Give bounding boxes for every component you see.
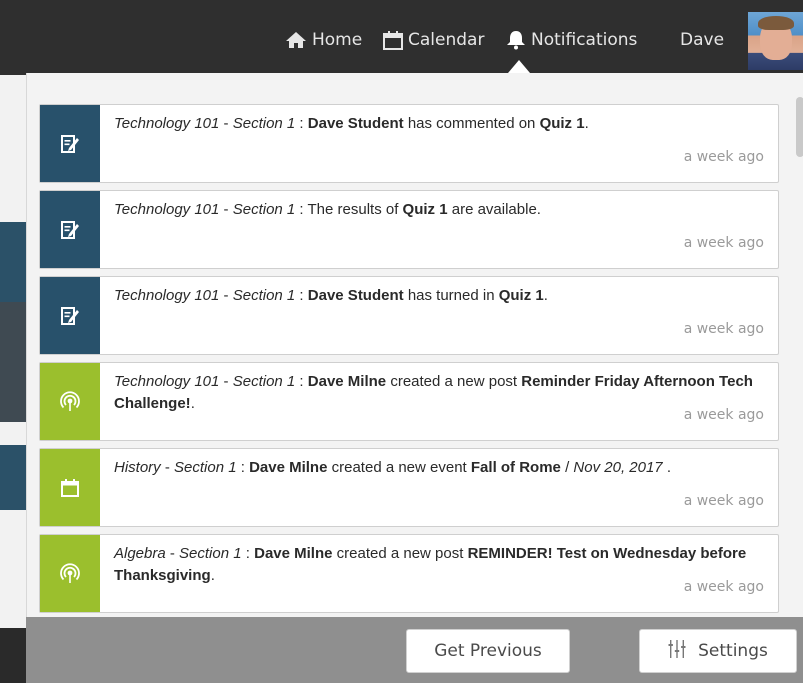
actor-name[interactable]: Dave Milne bbox=[308, 373, 386, 390]
section-name[interactable]: Section 1 bbox=[233, 115, 296, 132]
bell-icon bbox=[506, 30, 531, 50]
notification-item[interactable]: Technology 101 - Section 1 : Dave Milne … bbox=[39, 362, 779, 441]
section-name[interactable]: Section 1 bbox=[233, 287, 296, 304]
assignment-icon bbox=[40, 191, 100, 268]
timestamp: a week ago bbox=[683, 493, 764, 509]
timestamp: a week ago bbox=[683, 235, 764, 251]
course-name[interactable]: History bbox=[114, 459, 161, 476]
target-name[interactable]: Quiz 1 bbox=[540, 115, 585, 132]
course-name[interactable]: Technology 101 bbox=[114, 201, 219, 218]
notification-item[interactable]: Algebra - Section 1 : Dave Milne created… bbox=[39, 534, 779, 613]
punctuation: . bbox=[543, 287, 548, 304]
calendar-icon bbox=[383, 30, 408, 50]
top-navigation-bar: Home Calendar Notifications Dave bbox=[0, 0, 803, 75]
course-name[interactable]: Technology 101 bbox=[114, 373, 219, 390]
actor-name[interactable]: Dave Milne bbox=[249, 459, 327, 476]
notification-item[interactable]: Technology 101 - Section 1 : Dave Studen… bbox=[39, 276, 779, 355]
course-name[interactable]: Algebra bbox=[114, 545, 166, 562]
calendar-event-icon bbox=[40, 449, 100, 526]
section-name[interactable]: Section 1 bbox=[179, 545, 242, 562]
punctuation: . bbox=[666, 459, 671, 476]
course-name[interactable]: Technology 101 bbox=[114, 287, 219, 304]
settings-button[interactable]: Settings bbox=[639, 629, 797, 673]
settings-label: Settings bbox=[698, 641, 768, 661]
timestamp: a week ago bbox=[683, 321, 764, 337]
actor-name[interactable]: Dave Student bbox=[308, 115, 404, 132]
target-name[interactable]: Quiz 1 bbox=[403, 201, 448, 218]
dropdown-caret bbox=[508, 60, 530, 73]
background-page-strip bbox=[0, 628, 26, 683]
notification-item[interactable]: Technology 101 - Section 1 : The results… bbox=[39, 190, 779, 269]
assignment-icon bbox=[40, 277, 100, 354]
action-text: created a new post bbox=[336, 545, 464, 562]
event-date: Nov 20, 2017 bbox=[573, 459, 663, 476]
course-name[interactable]: Technology 101 bbox=[114, 115, 219, 132]
notification-text: Technology 101 - Section 1 : Dave Milne … bbox=[114, 373, 753, 412]
notification-text: Technology 101 - Section 1 : Dave Studen… bbox=[114, 115, 589, 132]
notifications-footer: Get Previous Settings bbox=[26, 617, 803, 683]
broadcast-icon bbox=[40, 535, 100, 612]
action-text: has commented on bbox=[407, 115, 536, 132]
scrollbar-thumb[interactable] bbox=[796, 97, 803, 157]
nav-calendar[interactable]: Calendar bbox=[383, 28, 484, 52]
separator: / bbox=[565, 459, 570, 476]
nav-notifications-label: Notifications bbox=[531, 30, 638, 50]
target-name[interactable]: Fall of Rome bbox=[471, 459, 561, 476]
broadcast-icon bbox=[40, 363, 100, 440]
notification-text: History - Section 1 : Dave Milne created… bbox=[114, 459, 671, 476]
timestamp: a week ago bbox=[683, 579, 764, 595]
action-text: has turned in bbox=[407, 287, 495, 304]
action-text: created a new post bbox=[390, 373, 518, 390]
notification-text: Algebra - Section 1 : Dave Milne created… bbox=[114, 545, 747, 584]
notification-list: Technology 101 - Section 1 : Dave Studen… bbox=[39, 104, 779, 620]
section-name[interactable]: Section 1 bbox=[174, 459, 237, 476]
nav-notifications[interactable]: Notifications bbox=[506, 28, 637, 52]
notification-text: Technology 101 - Section 1 : The results… bbox=[114, 201, 541, 218]
user-menu[interactable]: Dave bbox=[680, 28, 724, 52]
action-text: The results of bbox=[307, 201, 399, 218]
avatar[interactable] bbox=[748, 12, 803, 70]
sliders-icon bbox=[668, 639, 698, 664]
nav-calendar-label: Calendar bbox=[408, 30, 485, 50]
actor-name[interactable]: Dave Milne bbox=[254, 545, 332, 562]
punctuation: . bbox=[584, 115, 589, 132]
target-name[interactable]: Quiz 1 bbox=[499, 287, 544, 304]
nav-home-label: Home bbox=[312, 30, 363, 50]
notification-item[interactable]: Technology 101 - Section 1 : Dave Studen… bbox=[39, 104, 779, 183]
action-text: created a new event bbox=[331, 459, 467, 476]
notification-item[interactable]: History - Section 1 : Dave Milne created… bbox=[39, 448, 779, 527]
punctuation: . bbox=[190, 395, 195, 412]
timestamp: a week ago bbox=[683, 149, 764, 165]
notification-text: Technology 101 - Section 1 : Dave Studen… bbox=[114, 287, 548, 304]
section-name[interactable]: Section 1 bbox=[233, 201, 296, 218]
section-name[interactable]: Section 1 bbox=[233, 373, 296, 390]
actor-name[interactable]: Dave Student bbox=[308, 287, 404, 304]
user-name: Dave bbox=[680, 30, 725, 50]
nav-home[interactable]: Home bbox=[285, 28, 362, 52]
get-previous-label: Get Previous bbox=[434, 641, 542, 661]
notifications-panel: Technology 101 - Section 1 : Dave Studen… bbox=[26, 73, 803, 683]
background-page-strip bbox=[0, 302, 26, 422]
home-icon bbox=[285, 31, 312, 49]
punctuation: . bbox=[210, 567, 215, 584]
action-text: are available. bbox=[451, 201, 541, 218]
background-page-strip bbox=[0, 445, 26, 510]
timestamp: a week ago bbox=[683, 407, 764, 423]
assignment-icon bbox=[40, 105, 100, 182]
get-previous-button[interactable]: Get Previous bbox=[406, 629, 570, 673]
background-page-strip bbox=[0, 222, 26, 302]
